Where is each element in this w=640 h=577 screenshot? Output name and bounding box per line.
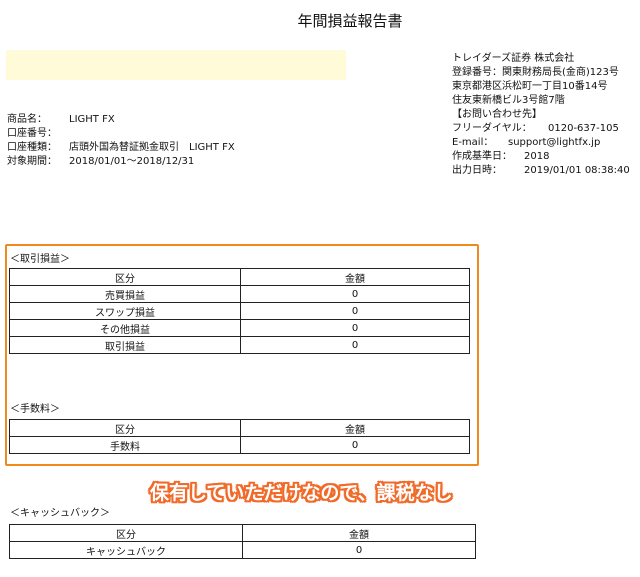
product-label: 商品名： bbox=[7, 114, 47, 125]
registration-label: 登録番号： bbox=[452, 67, 502, 78]
trade-section-title: ＜取引損益＞ bbox=[10, 254, 70, 265]
row-category: その他損益 bbox=[9, 319, 241, 337]
created-value: 2018 bbox=[524, 151, 550, 162]
email-label: E-mail： bbox=[452, 137, 494, 148]
row-category: キャッシュバック bbox=[9, 541, 243, 559]
account-type-value: 店頭外国為替証拠金取引 LIGHT FX bbox=[69, 142, 235, 153]
period-label: 対象期間： bbox=[7, 156, 57, 167]
trade-table: 区分 金額 売買損益 0 スワップ損益 0 その他損益 0 取引損益 0 bbox=[9, 268, 470, 354]
period-value: 2018/01/01～2018/12/31 bbox=[69, 156, 195, 167]
cashback-table: 区分 金額 キャッシュバック 0 bbox=[9, 524, 476, 559]
header-amount: 金額 bbox=[242, 524, 476, 542]
email-row: E-mail： support@lightfx.jp bbox=[452, 136, 630, 150]
period-row: 対象期間： 2018/01/01～2018/12/31 bbox=[7, 155, 235, 169]
output-value: 2019/01/01 08:38:40 bbox=[524, 165, 630, 176]
row-category: 取引損益 bbox=[9, 336, 241, 354]
row-amount: 0 bbox=[242, 541, 476, 559]
header-amount: 金額 bbox=[240, 419, 470, 437]
row-category: 手数料 bbox=[9, 436, 241, 454]
annotation-banner: 保有していただけなので、課税なし bbox=[150, 482, 453, 504]
created-row: 作成基準日： 2018 bbox=[452, 150, 630, 164]
table-row: 売買損益 0 bbox=[9, 285, 470, 303]
table-row: 取引損益 0 bbox=[9, 336, 470, 354]
fee-section-title: ＜手数料＞ bbox=[10, 404, 60, 415]
registration-row: 登録番号： 関東財務局長(金商)123号 bbox=[452, 66, 630, 80]
header-amount: 金額 bbox=[240, 268, 470, 286]
header-category: 区分 bbox=[9, 419, 241, 437]
fee-table: 区分 金額 手数料 0 bbox=[9, 419, 470, 454]
company-info: トレイダーズ証券 株式会社 登録番号： 関東財務局長(金商)123号 東京都港区… bbox=[452, 52, 630, 178]
product-info: 商品名： LIGHT FX 口座番号： 口座種類： 店頭外国為替証拠金取引 LI… bbox=[7, 113, 235, 169]
address-line-1: 東京都港区浜松町一丁目10番14号 bbox=[452, 81, 608, 92]
row-amount: 0 bbox=[240, 285, 470, 303]
table-header-row: 区分 金額 bbox=[9, 419, 470, 437]
table-header-row: 区分 金額 bbox=[9, 524, 476, 542]
report-title: 年間損益報告書 bbox=[297, 12, 403, 30]
account-type-label: 口座種類： bbox=[7, 142, 57, 153]
table-header-row: 区分 金額 bbox=[9, 268, 470, 286]
free-dial-value: 0120-637-105 bbox=[548, 123, 619, 134]
output-row: 出力日時： 2019/01/01 08:38:40 bbox=[452, 164, 630, 178]
contact-heading: 【お問い合わせ先】 bbox=[452, 109, 542, 120]
row-category: 売買損益 bbox=[9, 285, 241, 303]
table-row: その他損益 0 bbox=[9, 319, 470, 337]
registration-value: 関東財務局長(金商)123号 bbox=[502, 67, 619, 78]
account-number-label: 口座番号： bbox=[7, 128, 57, 139]
header-category: 区分 bbox=[9, 268, 241, 286]
highlighted-blank-area bbox=[6, 50, 346, 80]
table-row: 手数料 0 bbox=[9, 436, 470, 454]
free-dial-label: フリーダイヤル： bbox=[452, 123, 532, 134]
product-value: LIGHT FX bbox=[69, 114, 115, 125]
row-amount: 0 bbox=[240, 319, 470, 337]
header-category: 区分 bbox=[9, 524, 243, 542]
created-label: 作成基準日： bbox=[452, 151, 512, 162]
account-number-row: 口座番号： bbox=[7, 127, 235, 141]
address-line-2: 住友東新橋ビル3号館7階 bbox=[452, 95, 565, 106]
email-value[interactable]: support@lightfx.jp bbox=[508, 136, 600, 150]
row-amount: 0 bbox=[240, 436, 470, 454]
cashback-section-title: ＜キャッシュバック＞ bbox=[10, 508, 110, 519]
account-type-row: 口座種類： 店頭外国為替証拠金取引 LIGHT FX bbox=[7, 141, 235, 155]
table-row: スワップ損益 0 bbox=[9, 302, 470, 320]
product-row: 商品名： LIGHT FX bbox=[7, 113, 235, 127]
output-label: 出力日時： bbox=[452, 165, 502, 176]
row-amount: 0 bbox=[240, 336, 470, 354]
company-name: トレイダーズ証券 株式会社 bbox=[452, 53, 575, 64]
row-amount: 0 bbox=[240, 302, 470, 320]
free-dial-row: フリーダイヤル： 0120-637-105 bbox=[452, 122, 630, 136]
row-category: スワップ損益 bbox=[9, 302, 241, 320]
table-row: キャッシュバック 0 bbox=[9, 541, 476, 559]
